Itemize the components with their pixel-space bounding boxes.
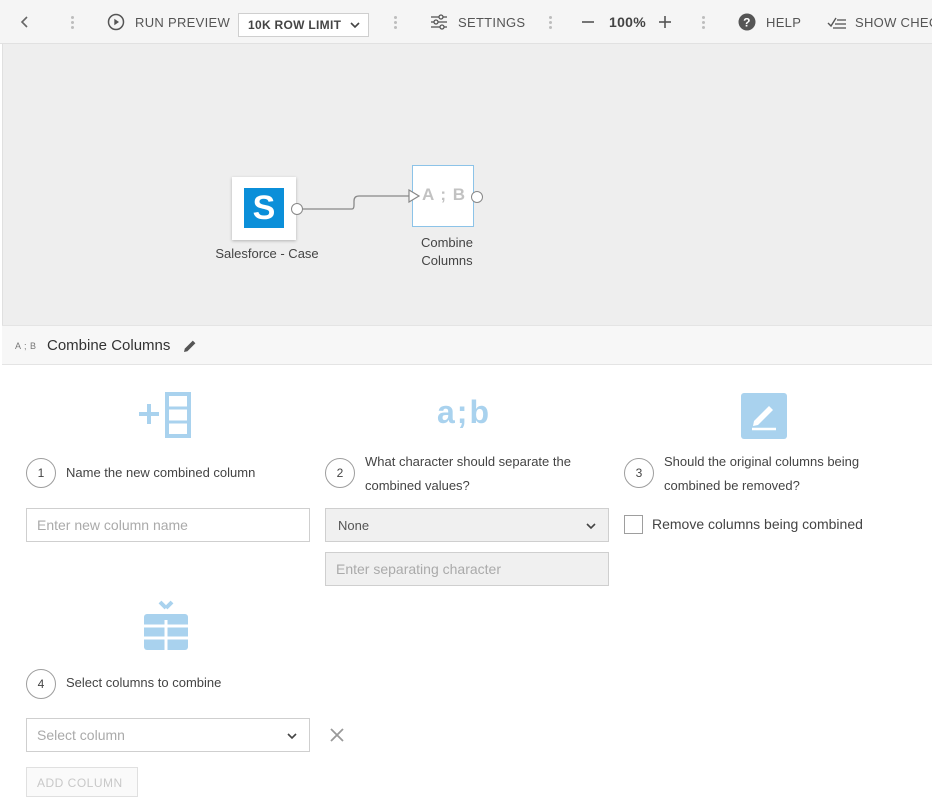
help-circle-icon: ? <box>738 13 756 31</box>
add-column-label: ADD COLUMN <box>37 776 123 790</box>
chevron-down-icon <box>586 523 596 530</box>
new-column-name-placeholder: Enter new column name <box>37 517 188 533</box>
step-1-number: 1 <box>26 458 56 488</box>
salesforce-icon: S <box>244 188 284 228</box>
settings-button[interactable]: SETTINGS <box>430 0 525 44</box>
combine-node-label: Combine Columns <box>397 234 497 270</box>
step-3-label-line2: combined be removed? <box>664 478 800 493</box>
salesforce-output-port[interactable] <box>291 203 303 215</box>
step-4-number: 4 <box>26 669 56 699</box>
play-circle-icon <box>107 13 125 31</box>
salesforce-icon-letter: S <box>252 188 276 227</box>
show-checks-label: SHOW CHEC <box>855 14 932 30</box>
run-preview-button[interactable]: RUN PREVIEW <box>107 0 230 44</box>
plus-icon <box>659 16 671 28</box>
flow-canvas[interactable]: S Salesforce - Case A ; B Combine Column… <box>2 44 932 325</box>
help-label: HELP <box>766 14 802 30</box>
step-3-number: 3 <box>624 458 654 488</box>
remove-columns-checkbox[interactable] <box>624 515 643 534</box>
run-preview-label: RUN PREVIEW <box>135 14 231 30</box>
edit-square-icon <box>741 393 787 439</box>
step-4-label: Select columns to combine <box>66 675 222 690</box>
separator-character-placeholder: Enter separating character <box>336 561 501 577</box>
toolbar: RUN PREVIEW 10K ROW LIMIT SETTINGS 100% … <box>0 0 932 44</box>
separator-icon: a;b <box>437 394 491 430</box>
toolbar-divider <box>549 16 553 30</box>
back-button[interactable] <box>20 0 30 44</box>
toolbar-divider <box>71 16 75 30</box>
minus-icon <box>582 21 594 23</box>
row-limit-value: 10K ROW LIMIT <box>248 18 342 32</box>
new-column-name-input[interactable]: Enter new column name <box>26 508 310 542</box>
help-button[interactable]: ? HELP <box>738 0 801 44</box>
svg-text:?: ? <box>743 16 751 30</box>
checklist-icon <box>827 17 846 29</box>
add-column-icon <box>139 392 191 438</box>
step-1-label: Name the new combined column <box>66 465 256 480</box>
step-3-label-line1: Should the original columns being <box>664 454 860 469</box>
select-columns-icon <box>144 600 188 650</box>
chevron-down-icon <box>287 733 297 740</box>
show-checks-button[interactable]: SHOW CHEC <box>827 0 932 44</box>
select-column-placeholder: Select column <box>37 727 125 743</box>
combine-node-label-line2: Columns <box>421 253 473 268</box>
toolbar-divider <box>394 16 398 30</box>
combine-columns-node[interactable]: A ; B <box>412 165 474 227</box>
pencil-icon[interactable] <box>182 338 198 354</box>
zoom-in-button[interactable] <box>658 0 672 44</box>
remove-column-close-icon[interactable] <box>329 727 345 743</box>
salesforce-node-label: Salesforce - Case <box>215 246 319 261</box>
chevron-down-icon <box>350 22 360 29</box>
panel-header: A ; B Combine Columns <box>2 325 932 365</box>
salesforce-case-node[interactable]: S <box>232 177 296 240</box>
remove-columns-checkbox-label[interactable]: Remove columns being combined <box>652 516 863 532</box>
toolbar-divider <box>702 16 706 30</box>
step-3-label: Should the original columns being combin… <box>664 450 859 498</box>
step-2-label: What character should separate the combi… <box>365 450 571 498</box>
combine-columns-small-icon: A ; B <box>15 341 37 351</box>
separator-select-value: None <box>338 517 370 533</box>
settings-label: SETTINGS <box>458 14 526 30</box>
zoom-out-button[interactable] <box>581 0 595 44</box>
separator-select[interactable]: None <box>325 508 609 542</box>
add-column-button[interactable]: ADD COLUMN <box>26 767 138 797</box>
chevron-left-icon <box>20 16 28 28</box>
step-2-label-line1: What character should separate the <box>365 454 571 469</box>
panel-title: Combine Columns <box>47 337 171 354</box>
zoom-level: 100% <box>609 14 647 30</box>
select-column-dropdown[interactable]: Select column <box>26 718 310 752</box>
step-2-number: 2 <box>325 458 355 488</box>
combine-node-label-line1: Combine <box>420 235 474 250</box>
combine-output-port[interactable] <box>471 191 483 203</box>
combine-input-port[interactable] <box>407 189 421 203</box>
sliders-icon <box>431 14 447 30</box>
row-limit-select[interactable]: 10K ROW LIMIT <box>238 13 369 37</box>
separator-character-input[interactable]: Enter separating character <box>325 552 609 586</box>
combine-node-icon-text: A ; B <box>421 185 467 204</box>
step-2-label-line2: combined values? <box>365 478 470 493</box>
